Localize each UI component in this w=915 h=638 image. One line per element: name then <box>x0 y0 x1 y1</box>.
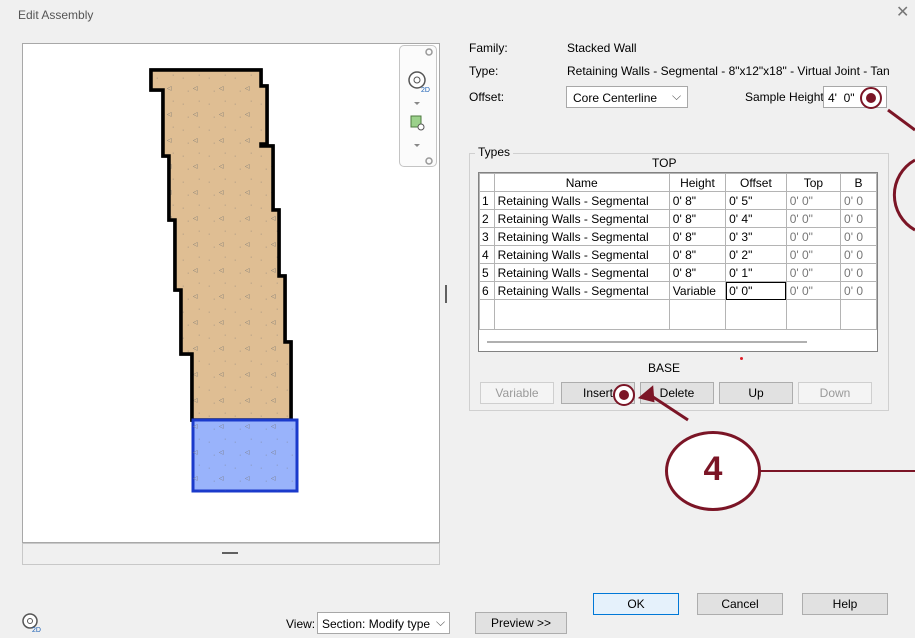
click-target-marker <box>613 384 635 406</box>
step-number: 4 <box>703 450 723 488</box>
arrowhead-icon <box>637 385 655 403</box>
callout-leader-line <box>649 393 689 422</box>
callout-leader-line <box>887 108 915 132</box>
step-callout: 4 <box>665 431 761 511</box>
partial-callout-circle <box>892 158 915 232</box>
annotation-overlay <box>637 108 915 472</box>
click-target-marker <box>860 87 882 109</box>
